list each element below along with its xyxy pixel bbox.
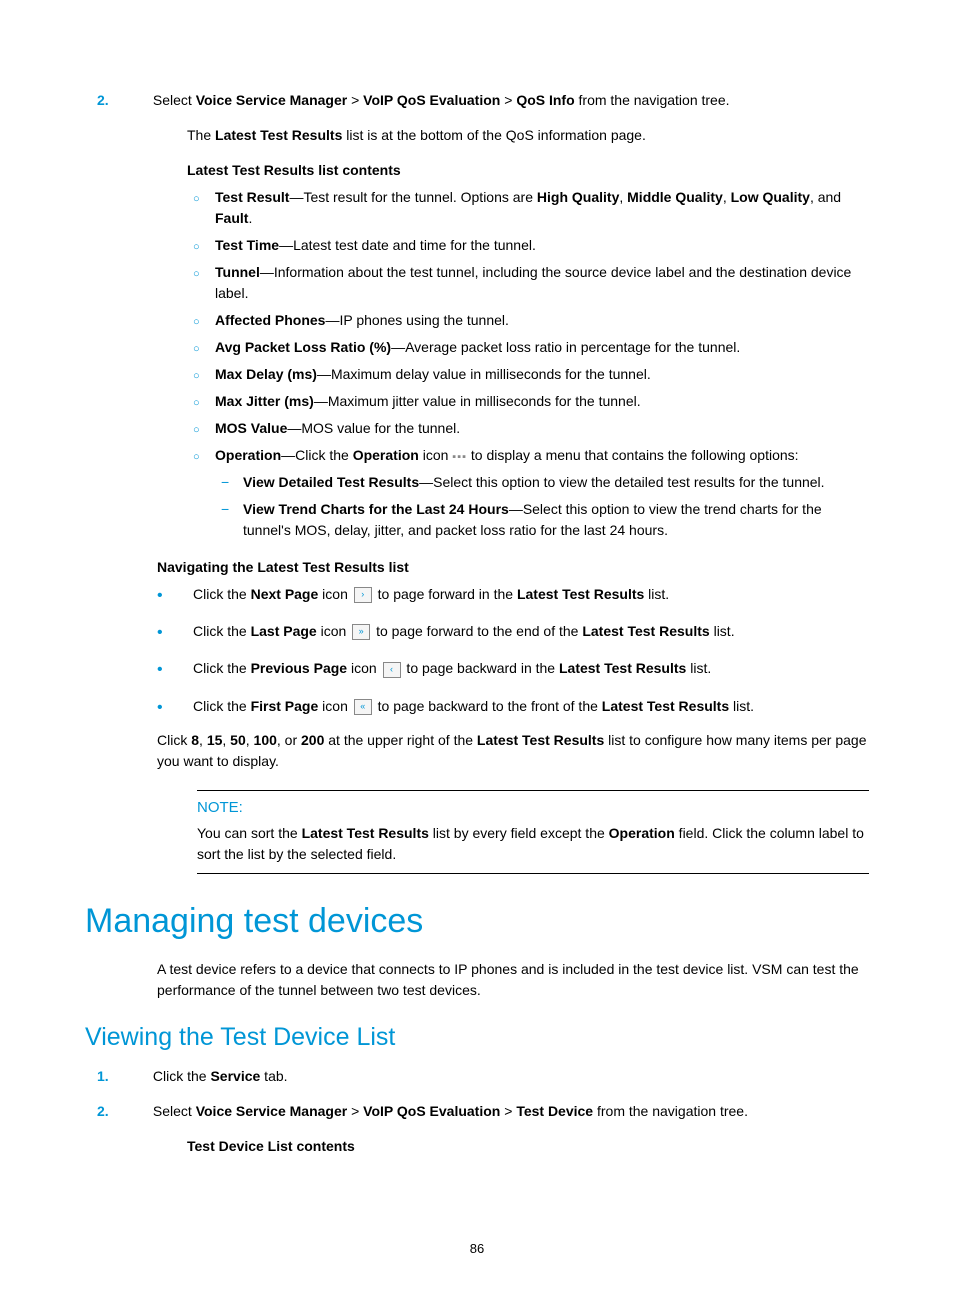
step-2: 2. Select Voice Service Manager > VoIP Q… [157, 90, 869, 111]
list-item: •Click the Last Page icon » to page forw… [193, 618, 869, 645]
previous-page-icon: ‹ [383, 662, 401, 678]
step-text: Select Voice Service Manager > VoIP QoS … [153, 1103, 748, 1119]
bullet-icon: • [157, 582, 193, 609]
list-item: −View Trend Charts for the Last 24 Hours… [243, 499, 869, 541]
list-item: •Click the Next Page icon › to page forw… [193, 581, 869, 608]
bullet-icon: • [157, 656, 193, 683]
operation-dots-icon: ▪▪▪ [452, 451, 467, 463]
last-page-icon: » [352, 624, 370, 640]
page-number: 86 [0, 1241, 954, 1256]
list-item: ○Test Result—Test result for the tunnel.… [215, 187, 869, 229]
step-number: 1. [127, 1066, 149, 1087]
step-number: 2. [127, 90, 149, 111]
list-item: ○Max Delay (ms)—Maximum delay value in m… [215, 364, 869, 385]
step-text: Select Voice Service Manager > VoIP QoS … [153, 92, 730, 108]
managing-paragraph: A test device refers to a device that co… [157, 959, 869, 1001]
h2-viewing-test-device-list: Viewing the Test Device List [85, 1023, 869, 1052]
circle-icon: ○ [193, 266, 215, 283]
pager-paragraph: Click 8, 15, 50, 100, or 200 at the uppe… [157, 730, 869, 772]
circle-icon: ○ [193, 395, 215, 412]
list-item: ○Test Time—Latest test date and time for… [215, 235, 869, 256]
navigating-heading: Navigating the Latest Test Results list [157, 559, 869, 575]
latest-results-contents-heading: Latest Test Results list contents [187, 160, 869, 181]
step-1: 1. Click the Service tab. [157, 1066, 869, 1087]
document-page: 2. Select Voice Service Manager > VoIP Q… [0, 0, 954, 1296]
bullet-icon: • [157, 694, 193, 721]
step-text: Click the Service tab. [153, 1068, 288, 1084]
list-item: ○MOS Value—MOS value for the tunnel. [215, 418, 869, 439]
list-item: ○Avg Packet Loss Ratio (%)—Average packe… [215, 337, 869, 358]
test-device-list-contents-heading: Test Device List contents [187, 1136, 869, 1157]
list-item: ○Affected Phones—IP phones using the tun… [215, 310, 869, 331]
circle-icon: ○ [193, 239, 215, 256]
step-number: 2. [127, 1101, 149, 1122]
bullet-icon: • [157, 619, 193, 646]
list-item: ○Operation—Click the Operation icon ▪▪▪ … [215, 445, 869, 466]
circle-icon: ○ [193, 368, 215, 385]
list-item: •Click the Previous Page icon ‹ to page … [193, 655, 869, 682]
circle-icon: ○ [193, 422, 215, 439]
circle-icon: ○ [193, 341, 215, 358]
circle-icon: ○ [193, 449, 215, 466]
dash-icon: − [221, 499, 243, 520]
circle-icon: ○ [193, 191, 215, 208]
next-page-icon: › [354, 587, 372, 603]
note-label: NOTE: [197, 797, 869, 820]
circle-icon: ○ [193, 314, 215, 331]
list-item: ○Max Jitter (ms)—Maximum jitter value in… [215, 391, 869, 412]
list-item: −View Detailed Test Results—Select this … [243, 472, 869, 493]
dash-icon: − [221, 472, 243, 493]
note-text: You can sort the Latest Test Results lis… [197, 823, 869, 865]
note-box: NOTE: You can sort the Latest Test Resul… [197, 790, 869, 875]
h1-managing-test-devices: Managing test devices [85, 902, 869, 941]
list-item: ○Tunnel—Information about the test tunne… [215, 262, 869, 304]
first-page-icon: « [354, 699, 372, 715]
step-body-text: The Latest Test Results list is at the b… [187, 125, 869, 146]
step-2b: 2. Select Voice Service Manager > VoIP Q… [157, 1101, 869, 1122]
list-item: •Click the First Page icon « to page bac… [193, 693, 869, 720]
